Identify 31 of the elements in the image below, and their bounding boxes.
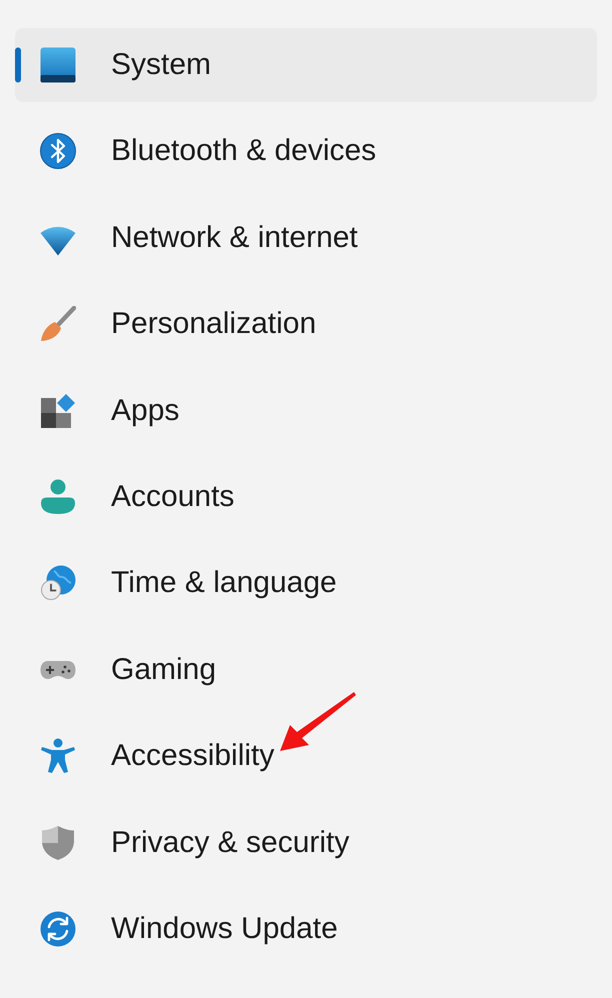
nav-item-label: Accessibility (111, 738, 274, 774)
nav-item[interactable]: Accounts (15, 460, 597, 534)
person-arms-out-icon (40, 738, 76, 774)
nav-item[interactable]: Personalization (15, 287, 597, 362)
nav-item[interactable]: System (15, 28, 597, 102)
nav-item-label: Accounts (111, 478, 234, 515)
nav-item[interactable]: Windows Update (15, 892, 597, 966)
nav-item[interactable]: Network & internet (15, 200, 597, 275)
shield-icon (40, 824, 76, 861)
nav-item-label: Network & internet (111, 220, 358, 256)
bluetooth-icon (40, 133, 76, 170)
apps-grid-icon (40, 392, 76, 429)
nav-item-label: Time & language (111, 565, 337, 602)
nav-item-label: Personalization (111, 306, 316, 342)
nav-item-label: System (111, 47, 212, 83)
nav-item[interactable]: Bluetooth & devices (15, 114, 597, 188)
nav-item[interactable]: Time & language (15, 546, 597, 620)
nav-item-label: Apps (111, 392, 180, 429)
nav-item-label: Windows Update (111, 910, 338, 947)
nav-item[interactable]: Gaming (15, 632, 597, 707)
nav-item-label: Gaming (111, 652, 216, 688)
paintbrush-icon (40, 306, 76, 342)
nav-item[interactable]: Apps (15, 374, 597, 448)
globe-clock-icon (40, 565, 76, 602)
nav-item-label: Bluetooth & devices (111, 133, 376, 170)
nav-item-label: Privacy & security (111, 824, 350, 861)
nav-item[interactable]: Accessibility (15, 719, 597, 794)
nav-item[interactable]: Privacy & security (15, 806, 597, 880)
sync-icon (40, 910, 76, 947)
monitor-icon (40, 47, 76, 83)
person-icon (40, 478, 76, 515)
